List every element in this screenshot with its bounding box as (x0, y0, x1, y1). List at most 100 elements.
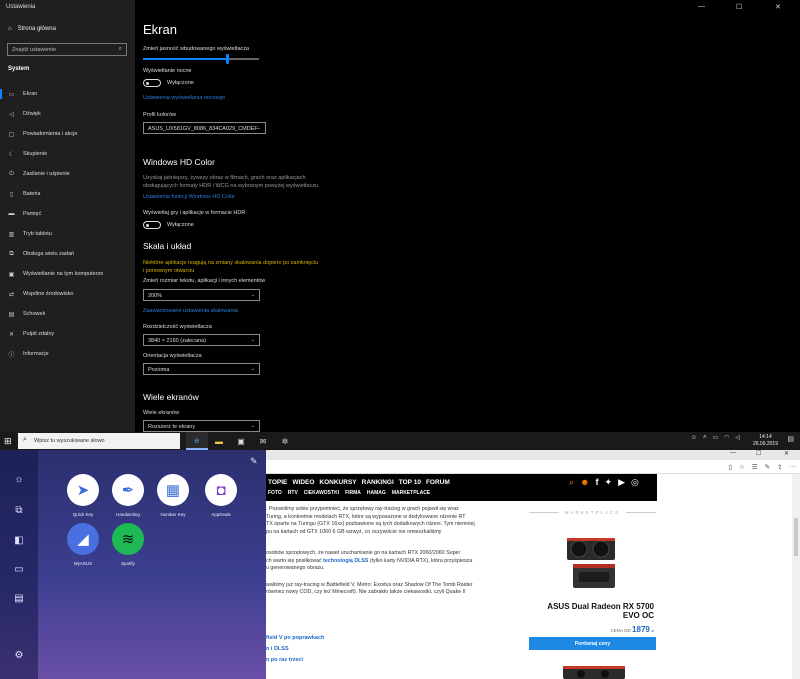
orientation-select[interactable]: Pozioma ⌄ (143, 363, 260, 375)
hdr-settings-link[interactable]: Ustawienia funkcji Windows HD Color (143, 194, 235, 200)
app-tile-5[interactable]: ≋ Spotify (110, 523, 146, 566)
twitter-icon[interactable]: ✦ (605, 477, 613, 488)
scrollbar-thumb[interactable] (794, 518, 798, 556)
app-tile-1[interactable]: ✒ Handwriting (110, 474, 146, 517)
people-icon[interactable]: ☺ (691, 435, 697, 441)
volume-icon[interactable]: ◁ (735, 434, 740, 441)
minimize-button[interactable]: — (698, 3, 705, 10)
close-button[interactable]: ✕ (784, 450, 789, 457)
battery-icon[interactable]: ▭ (712, 434, 718, 441)
nav1-item[interactable]: RANKINGI (362, 479, 394, 486)
related-article-link[interactable]: n i DLSS (266, 644, 324, 655)
page-scrollbar[interactable] (792, 474, 800, 679)
more-menu-icon[interactable]: ··· (790, 463, 797, 471)
app-switcher-icon[interactable]: ⧉ (12, 505, 26, 517)
close-button[interactable]: ✕ (775, 3, 781, 11)
action-center-icon[interactable]: ▤ (787, 435, 794, 443)
layout-icon[interactable]: ▤ (12, 593, 26, 605)
related-article-link[interactable]: field V po poprawkach (266, 633, 324, 644)
favorite-star-icon[interactable]: ☆ (739, 463, 745, 471)
nav1-item[interactable]: TOPIE (268, 479, 287, 486)
settings-gear-icon[interactable]: ✲ (274, 432, 296, 450)
sidebar-item-0[interactable]: ▭ Ekran (0, 84, 135, 104)
edit-pencil-icon[interactable]: ✎ (250, 456, 258, 467)
night-light-toggle[interactable] (143, 79, 161, 87)
file-explorer-icon[interactable]: ▬ (208, 432, 230, 450)
display-icon[interactable]: ▭ (12, 564, 26, 576)
article-line: TX oparte na Turingu (GTX 16xx) pozbawio… (266, 521, 475, 527)
sidebar-item-4[interactable]: ⏻ Zasilanie i uśpienie (0, 164, 135, 184)
scale-select[interactable]: 200% ⌄ (143, 289, 260, 301)
dlss-link[interactable]: technologią DLSS (323, 558, 368, 564)
edge-browser-icon[interactable]: e (186, 432, 208, 450)
nav1-item[interactable]: KONKURSY (319, 479, 356, 486)
nav2-item[interactable]: MARKETPLACE (392, 490, 430, 496)
home-link[interactable]: ⌂ Strona główna (8, 26, 56, 32)
app-tile-0[interactable]: ➤ Quick Key (65, 474, 101, 517)
nav1-item[interactable]: FORUM (426, 479, 450, 486)
nav2-item[interactable]: RTV (288, 490, 298, 496)
maximize-button[interactable]: ☐ (756, 450, 761, 457)
reading-view-icon[interactable]: ▯ (728, 463, 732, 471)
facebook-icon[interactable]: f (596, 477, 599, 488)
sidebar-item-7[interactable]: ▥ Tryb tabletu (0, 224, 135, 244)
sidebar-item-8[interactable]: ⧉ Obsługa wielu zadań (0, 244, 135, 264)
taskbar-clock[interactable]: 14:14 26.09.2019 (753, 434, 778, 448)
sidebar-item-11[interactable]: ▤ Schowek (0, 304, 135, 324)
sidebar-item-10[interactable]: ⇄ Wspólne środowisko (0, 284, 135, 304)
related-article-link[interactable]: n po raz trzeci (266, 655, 324, 666)
share-icon[interactable]: ⇪ (777, 463, 782, 471)
nav2-item[interactable]: CIEKAWOSTKI (304, 490, 339, 496)
resolution-select[interactable]: 3840 × 2160 (zalecana) ⌄ (143, 334, 260, 346)
hdr-toggle[interactable] (143, 221, 161, 229)
taskbar-search-input[interactable]: ⌕ Wpisz tu wyszukiwane słowo (18, 433, 180, 449)
gear-icon[interactable]: ⚙ (12, 650, 26, 662)
app-tile-4[interactable]: ◢ MyASUS (65, 523, 101, 566)
sidebar-item-5[interactable]: ▯ Bateria (0, 184, 135, 204)
graphics-card-image[interactable] (565, 532, 619, 596)
advanced-scaling-link[interactable]: Zaawansowane ustawienia skalowania (143, 308, 238, 314)
sidebar-item-2[interactable]: ▢ Powiadomienia i akcje (0, 124, 135, 144)
app-tile-2[interactable]: ▦ Number Key (155, 474, 191, 517)
brightness-slider-thumb[interactable] (225, 54, 229, 64)
nav2-item[interactable]: HAMAG (367, 490, 386, 496)
search-icon[interactable]: ⌕ (569, 477, 574, 488)
multi-display-select[interactable]: Rozszerz te ekrany ⌄ (143, 420, 260, 432)
nav1-item[interactable]: TOP 10 (399, 479, 421, 486)
nav2-item[interactable]: FOTO (268, 490, 282, 496)
brightness-icon[interactable]: ☼ (12, 474, 26, 486)
nav1-item[interactable]: WIDEO (292, 479, 314, 486)
mail-icon[interactable]: ✉ (252, 432, 274, 450)
night-light-state: Wyłączone (167, 80, 194, 86)
screen-mode-icon[interactable]: ◧ (12, 535, 26, 547)
notes-pen-icon[interactable]: ✎ (765, 463, 770, 471)
site-nav-primary: TOPIE WIDEO KONKURSY RANKINGI TOP 10 FORUM (268, 479, 450, 486)
sidebar-item-3[interactable]: ☾ Skupienie (0, 144, 135, 164)
youtube-icon[interactable]: ▶ (618, 477, 625, 488)
store-icon[interactable]: ▣ (230, 432, 252, 450)
graphics-card-image[interactable] (561, 664, 627, 679)
sidebar-item-6[interactable]: ▬ Pamięć (0, 204, 135, 224)
nav2-item[interactable]: FIRMA (345, 490, 361, 496)
windows-start-icon[interactable]: ⊞ (4, 436, 12, 447)
night-light-settings-link[interactable]: Ustawienia wyświetlania nocnego (143, 95, 225, 101)
sidebar-item-12[interactable]: ✕ Pulpit zdalny (0, 324, 135, 344)
sidebar-item-1[interactable]: ◁ Dźwięk (0, 104, 135, 124)
compare-prices-button[interactable]: Porównaj ceny (529, 637, 656, 650)
wifi-icon[interactable]: ◠ (724, 434, 729, 441)
user-icon[interactable]: ☻ (580, 477, 589, 488)
settings-search-input[interactable]: Znajdź ustawienie ⌕ (7, 43, 127, 56)
article-line: waliśmy już ray-tracing w Battlefield V,… (266, 581, 473, 588)
minimize-button[interactable]: — (730, 450, 736, 456)
brightness-slider[interactable] (143, 54, 259, 64)
chevron-up-icon[interactable]: ˄ (703, 435, 707, 441)
app-tile-3[interactable]: ◘ AppDeals (203, 474, 239, 517)
maximize-button[interactable]: ☐ (736, 3, 742, 11)
browser-tab-bar: — ☐ ✕ (266, 450, 800, 460)
favorites-list-icon[interactable]: ☰ (752, 463, 758, 471)
color-profile-select[interactable]: ASUS_UX581GV_8086_834CA029_CMDEF ⌄ (143, 122, 266, 134)
instagram-icon[interactable]: ◎ (631, 477, 639, 488)
sidebar-item-9[interactable]: ▣ Wyświetlanie na tym komputerze (0, 264, 135, 284)
product-name[interactable]: ASUS Dual Radeon RX 5700 EVO OC (529, 602, 654, 620)
sidebar-item-13[interactable]: ⓘ Informacje (0, 344, 135, 364)
